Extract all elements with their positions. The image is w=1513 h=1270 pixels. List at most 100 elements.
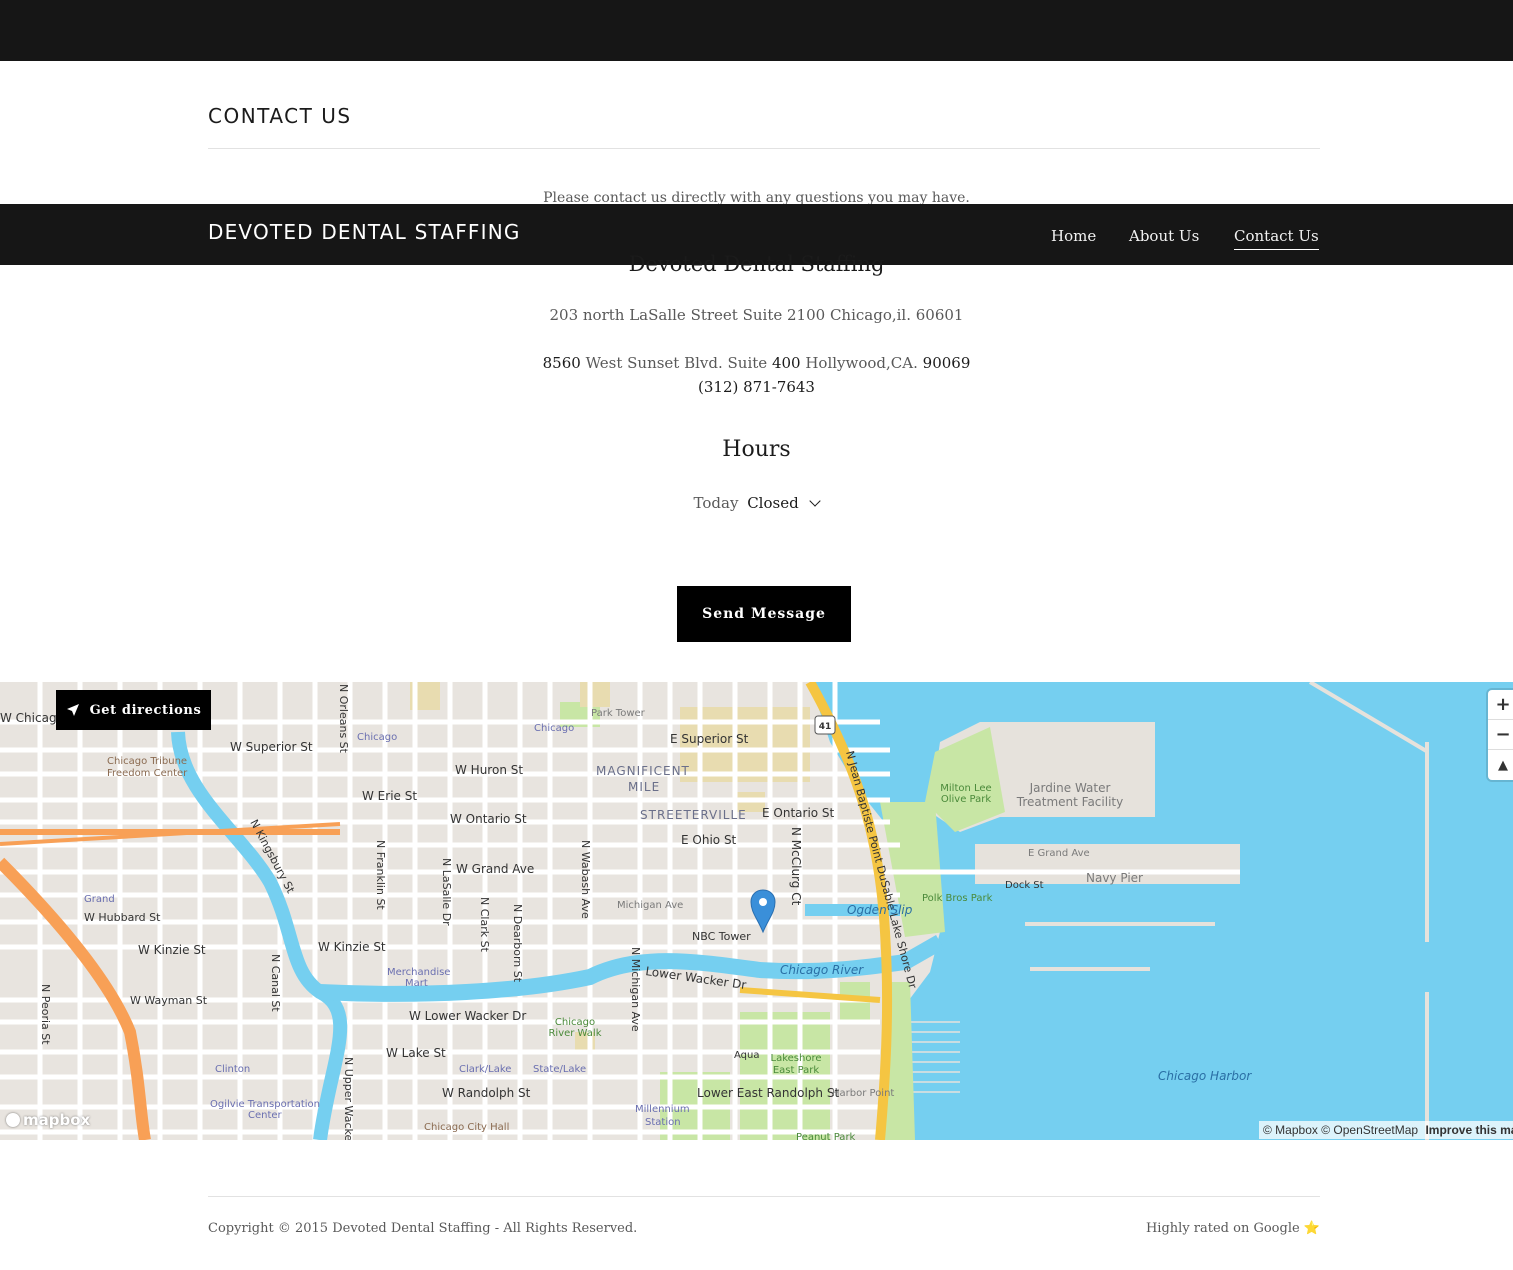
address-chicago: 203 north LaSalle Street Suite 2100 Chic… [549,306,964,324]
map-label-w-randolph: W Randolph St [442,1086,531,1100]
map-label-riverwalk-1: Chicago [555,1017,595,1028]
attribution-osm-link[interactable]: © OpenStreetMap [1321,1123,1418,1137]
map-label-lower-randolph: Lower East Randolph St [697,1086,839,1100]
map-label-w-grand: W Grand Ave [456,862,534,876]
address-hollywood: 8560 West Sunset Blvd. Suite 400 Hollywo… [0,354,1513,372]
map-attribution: © Mapbox © OpenStreetMap Improve this ma… [1259,1121,1513,1139]
map-zoom-controls: + − ▲ [1488,690,1513,780]
map-label-jardine-1: Jardine Water [1029,781,1111,795]
reset-north-button[interactable]: ▲ [1488,750,1513,780]
map-label-millennium-1: Millennium [635,1104,690,1115]
map-label-city-hall: Chicago City Hall [424,1122,509,1133]
map-label-w-wayman: W Wayman St [130,994,208,1007]
map-label-jardine-2: Treatment Facility [1016,795,1123,809]
map-label-ogilvie-2: Center [248,1110,283,1121]
map-label-mile: MILE [628,780,660,794]
map-label-harbor-point: Harbor Point [832,1088,894,1099]
map-label-riverwalk-2: River Walk [548,1028,601,1039]
address-suite: 400 [771,354,801,372]
map-label-n-michigan: N Michigan Ave [629,947,642,1032]
map-label-w-hubbard: W Hubbard St [84,911,161,924]
map-label-navy-pier: Navy Pier [1086,871,1143,885]
map-label-superior: E Superior St [670,732,749,746]
map-label-tribune-2: Freedom Center [107,768,188,779]
top-header-bar [0,0,1513,61]
map-label-chicago-harbor: Chicago Harbor [1158,1069,1252,1083]
map-view[interactable]: 41 E Superior St MAGNIFICENT MILE STREET… [0,682,1513,1140]
phone-number[interactable]: (312) 871-7643 [0,378,1513,396]
map-label-w-erie: W Erie St [362,789,417,803]
map-label-nbc: NBC Tower [692,930,751,943]
map-label-upper-wacker: N Upper Wacker Dr [342,1057,355,1140]
footer-copyright: Copyright © 2015 Devoted Dental Staffing… [208,1221,638,1236]
map-label-merch-1: Merchandise [387,967,450,978]
map-label-merch-2: Mart [405,978,428,989]
address-number: 8560 [542,354,581,372]
map-label-ontario-e: E Ontario St [762,806,835,820]
route-41-label: 41 [819,722,832,732]
map-label-lakeshore-1: Lakeshore [771,1053,822,1064]
map-label-ogden: Ogden Slip [847,903,913,917]
improve-map-link[interactable]: Improve this map [1425,1123,1513,1137]
mapbox-logo-text: mapbox [23,1111,91,1129]
map-label-wabash: N Wabash Ave [579,840,592,919]
map-label-w-lake: W Lake St [386,1046,446,1060]
map-label-franklin: N Franklin St [374,840,387,910]
map-label-chicago-cta-2: Chicago [534,723,574,734]
nav-link-contact-us[interactable]: Contact Us [1234,227,1319,250]
send-message-button[interactable]: Send Message [677,586,851,642]
map-label-ogilvie-1: Ogilvie Transportation [210,1099,320,1110]
business-name: Devoted Dental Staffing [628,252,885,276]
mapbox-logo[interactable]: mapbox [6,1111,90,1129]
map-label-peanut: Peanut Park [796,1132,856,1140]
section-title-divider [208,148,1320,149]
hours-heading: Hours [722,437,791,462]
map-label-aqua: Aqua [734,1050,759,1061]
site-brand[interactable]: DEVOTED DENTAL STAFFING [208,220,521,244]
marker-dot [759,898,767,906]
address-street: West Sunset Blvd. Suite [580,354,772,372]
map-label-peoria: N Peoria St [39,984,52,1045]
map-label-w-lower-wacker: W Lower Wacker Dr [409,1009,526,1023]
footer-google-rating[interactable]: Highly rated on Google ⭐ [1146,1221,1320,1236]
map-label-mcclurg: N McClurg Ct [789,827,803,906]
map-label-michigan-ave: Michigan Ave [617,900,683,911]
attribution-mapbox-link[interactable]: © Mapbox [1263,1123,1318,1137]
map-label-tribune-1: Chicago Tribune [107,756,187,767]
map-label-lakeshore-2: East Park [773,1065,820,1076]
section-title: CONTACT US [208,104,352,128]
map-label-w-huron: W Huron St [455,763,523,777]
get-directions-button[interactable]: Get directions [56,690,211,730]
map-label-polk: Polk Bros Park [922,893,993,904]
map-label-w-kinzie-1: W Kinzie St [318,940,386,954]
map-label-state-lake: State/Lake [533,1064,586,1075]
map-label-chicago-cta-1: Chicago [357,732,397,743]
map-label-ohio: E Ohio St [681,833,737,847]
map-label-milton-1: Milton Lee [940,783,991,794]
nav-link-home[interactable]: Home [1051,227,1096,245]
map-label-w-superior: W Superior St [230,740,313,754]
map-canvas: 41 E Superior St MAGNIFICENT MILE STREET… [0,682,1513,1140]
mapbox-logo-icon [6,1113,20,1127]
hours-today-row[interactable]: Today Closed [0,494,1513,512]
chevron-down-icon[interactable] [809,495,822,507]
map-label-clark-lake: Clark/Lake [459,1064,511,1075]
hours-status: Closed [747,494,799,512]
map-label-lasalle: N LaSalle Dr [440,858,453,926]
nav-link-about-us[interactable]: About Us [1129,227,1199,245]
map-label-park-tower: Park Tower [591,708,646,719]
map-label-millennium-2: Station [645,1117,681,1128]
map-label-canal: N Canal St [269,954,282,1012]
zoom-out-button[interactable]: − [1488,720,1513,750]
google-rating-text: Highly rated on Google [1145,1221,1300,1236]
map-label-dock: Dock St [1005,880,1044,891]
map-label-milton-2: Olive Park [941,794,991,805]
map-label-clinton: Clinton [215,1064,250,1075]
zoom-in-button[interactable]: + [1488,690,1513,720]
map-label-orleans: N Orleans St [337,684,350,754]
map-label-grand-e: E Grand Ave [1028,848,1090,859]
get-directions-label: Get directions [89,702,202,718]
map-label-dearborn: N Dearborn St [511,904,524,983]
map-label-grand-cta: Grand [84,894,115,905]
map-label-magnificent: MAGNIFICENT [596,764,690,778]
